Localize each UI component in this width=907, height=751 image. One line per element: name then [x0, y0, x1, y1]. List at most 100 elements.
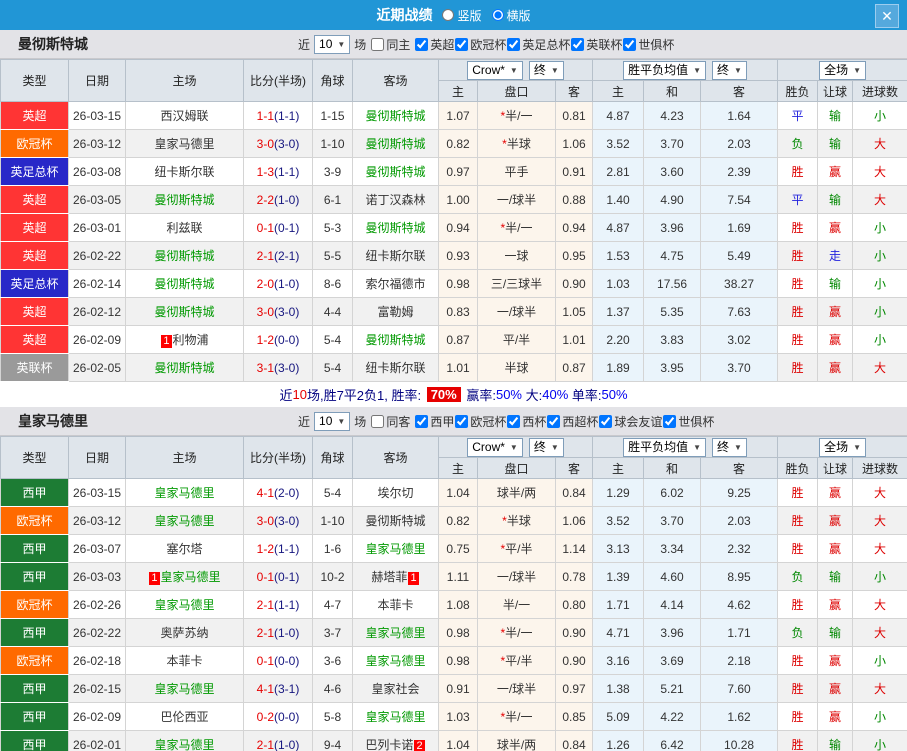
home-team-name[interactable]: 利兹联 — [166, 221, 202, 235]
league-filter[interactable]: 世俱杯 — [662, 413, 714, 430]
league-checkbox[interactable] — [507, 37, 521, 51]
league-type-badge[interactable]: 西甲 — [0, 702, 69, 731]
home-team-name[interactable]: 曼彻斯特城 — [154, 305, 214, 319]
league-type-badge[interactable]: 西甲 — [0, 674, 69, 703]
league-checkbox[interactable] — [663, 414, 677, 428]
avg-stage-select[interactable]: 终 ▼ — [712, 60, 747, 80]
away-team-name[interactable]: 曼彻斯特城 — [365, 333, 425, 347]
league-filter[interactable]: 世俱杯 — [622, 36, 674, 53]
league-type-badge[interactable]: 欧冠杯 — [0, 646, 69, 675]
home-team-name[interactable]: 曼彻斯特城 — [154, 277, 214, 291]
away-team-name[interactable]: 埃尔切 — [377, 486, 413, 500]
odds-company-select[interactable]: Crow* ▼ — [467, 60, 523, 80]
away-team-name[interactable]: 皇家社会 — [371, 682, 419, 696]
home-team-name[interactable]: 皇家马德里 — [154, 514, 214, 528]
away-team-name[interactable]: 皇家马德里 — [365, 626, 425, 640]
home-team-name[interactable]: 皇家马德里 — [154, 682, 214, 696]
league-filter[interactable]: 英足总杯 — [506, 36, 570, 53]
league-filter[interactable]: 西超杯 — [546, 413, 598, 430]
vertical-radio[interactable] — [442, 9, 455, 21]
league-filter[interactable]: 欧冠杯 — [454, 413, 506, 430]
away-team-name[interactable]: 富勒姆 — [377, 305, 413, 319]
odds-stage-select[interactable]: 终 ▼ — [528, 437, 564, 457]
layout-horizontal-option[interactable]: 横版 — [491, 7, 531, 24]
league-checkbox[interactable] — [599, 414, 613, 428]
league-type-badge[interactable]: 西甲 — [0, 562, 69, 591]
home-team-name[interactable]: 巴伦西亚 — [160, 710, 208, 724]
home-team-name[interactable]: 利物浦 — [173, 333, 209, 347]
league-type-badge[interactable]: 欧冠杯 — [0, 590, 69, 619]
league-type-badge[interactable]: 英足总杯 — [0, 269, 69, 298]
away-team-name[interactable]: 曼彻斯特城 — [365, 514, 425, 528]
league-checkbox[interactable] — [415, 414, 429, 428]
same-venue-filter[interactable]: 同客 — [370, 413, 410, 430]
league-type-badge[interactable]: 英足总杯 — [0, 157, 69, 186]
league-type-badge[interactable]: 西甲 — [0, 478, 69, 507]
league-filter[interactable]: 西杯 — [506, 413, 546, 430]
league-checkbox[interactable] — [455, 37, 469, 51]
league-checkbox[interactable] — [507, 414, 521, 428]
home-team-name[interactable]: 曼彻斯特城 — [154, 249, 214, 263]
home-team-name[interactable]: 曼彻斯特城 — [154, 361, 214, 375]
same-venue-checkbox[interactable] — [371, 37, 385, 51]
home-team-name[interactable]: 奥萨苏纳 — [160, 626, 208, 640]
scope-select[interactable]: 全场 ▼ — [819, 60, 867, 80]
match-count-select[interactable]: 10 ▼ — [314, 34, 351, 54]
home-team-name[interactable]: 曼彻斯特城 — [154, 193, 214, 207]
layout-vertical-option[interactable]: 竖版 — [442, 7, 482, 24]
match-count-select[interactable]: 10 ▼ — [314, 411, 351, 431]
away-team-name[interactable]: 索尔福德市 — [365, 277, 425, 291]
home-team-name[interactable]: 西汉姆联 — [160, 109, 208, 123]
home-team-name[interactable]: 皇家马德里 — [161, 570, 221, 584]
away-team-name[interactable]: 本菲卡 — [377, 598, 413, 612]
away-team-name[interactable]: 曼彻斯特城 — [365, 109, 425, 123]
horizontal-radio[interactable] — [491, 9, 504, 21]
league-type-badge[interactable]: 英超 — [0, 185, 69, 214]
home-team-name[interactable]: 纽卡斯尔联 — [154, 165, 214, 179]
league-type-badge[interactable]: 英超 — [0, 325, 69, 354]
away-team-name[interactable]: 皇家马德里 — [365, 710, 425, 724]
away-team-name[interactable]: 巴列卡诺 — [365, 738, 413, 751]
league-type-badge[interactable]: 西甲 — [0, 618, 69, 647]
league-type-badge[interactable]: 西甲 — [0, 534, 69, 563]
away-team-name[interactable]: 曼彻斯特城 — [365, 221, 425, 235]
league-checkbox[interactable] — [571, 37, 585, 51]
league-checkbox[interactable] — [415, 37, 429, 51]
league-type-badge[interactable]: 英超 — [0, 101, 69, 130]
away-team-name[interactable]: 诺丁汉森林 — [365, 193, 425, 207]
home-team-name[interactable]: 本菲卡 — [166, 654, 202, 668]
avg-type-select[interactable]: 胜平负均值 ▼ — [623, 437, 707, 457]
league-filter[interactable]: 英超 — [414, 36, 454, 53]
league-checkbox[interactable] — [547, 414, 561, 428]
away-team-name[interactable]: 纽卡斯尔联 — [365, 249, 425, 263]
league-type-badge[interactable]: 西甲 — [0, 730, 69, 751]
avg-stage-select[interactable]: 终 ▼ — [712, 437, 747, 457]
home-team-name[interactable]: 皇家马德里 — [154, 598, 214, 612]
league-filter[interactable]: 西甲 — [414, 413, 454, 430]
odds-company-select[interactable]: Crow* ▼ — [467, 437, 523, 457]
home-team-name[interactable]: 皇家马德里 — [154, 486, 214, 500]
away-team-name[interactable]: 赫塔菲 — [371, 570, 407, 584]
home-team-name[interactable]: 皇家马德里 — [154, 137, 214, 151]
league-filter[interactable]: 欧冠杯 — [454, 36, 506, 53]
league-filter[interactable]: 英联杯 — [570, 36, 622, 53]
away-team-name[interactable]: 皇家马德里 — [365, 654, 425, 668]
avg-type-select[interactable]: 胜平负均值 ▼ — [623, 60, 707, 80]
odds-stage-select[interactable]: 终 ▼ — [528, 60, 564, 80]
home-team-name[interactable]: 皇家马德里 — [154, 738, 214, 751]
league-type-badge[interactable]: 欧冠杯 — [0, 506, 69, 535]
league-type-badge[interactable]: 英超 — [0, 297, 69, 326]
away-team-name[interactable]: 曼彻斯特城 — [365, 137, 425, 151]
home-team-name[interactable]: 塞尔塔 — [166, 542, 202, 556]
same-venue-checkbox[interactable] — [371, 414, 385, 428]
league-checkbox[interactable] — [623, 37, 637, 51]
league-filter[interactable]: 球会友谊 — [598, 413, 662, 430]
scope-select[interactable]: 全场 ▼ — [819, 437, 867, 457]
league-type-badge[interactable]: 英联杯 — [0, 353, 69, 382]
league-type-badge[interactable]: 英超 — [0, 213, 69, 242]
away-team-name[interactable]: 皇家马德里 — [365, 542, 425, 556]
league-checkbox[interactable] — [455, 414, 469, 428]
close-button[interactable]: ✕ — [875, 4, 899, 28]
away-team-name[interactable]: 纽卡斯尔联 — [365, 361, 425, 375]
league-type-badge[interactable]: 英超 — [0, 241, 69, 270]
